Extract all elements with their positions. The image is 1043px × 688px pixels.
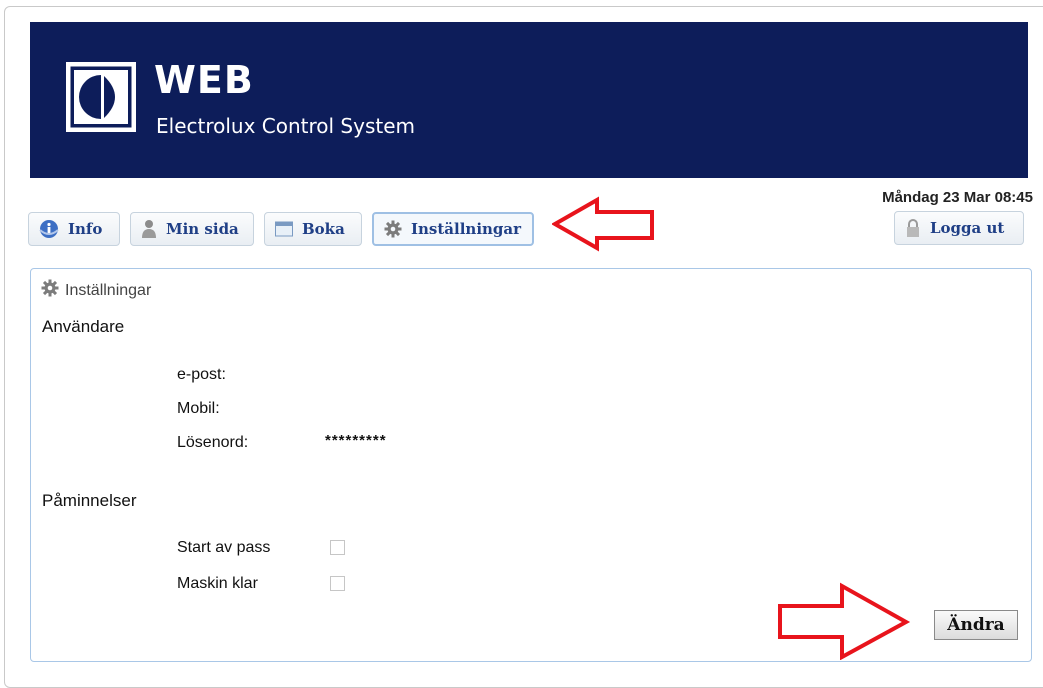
header-banner: WEB Electrolux Control System	[30, 22, 1028, 178]
annotation-arrow-left	[552, 196, 654, 252]
gear-icon	[384, 220, 402, 238]
nav-installningar-label: Inställningar	[411, 220, 522, 238]
gear-icon	[41, 279, 59, 302]
brand-subtitle: Electrolux Control System	[156, 114, 416, 138]
info-icon	[39, 219, 59, 239]
reminder-machine-label: Maskin klar	[177, 575, 258, 592]
electrolux-logo-icon	[65, 61, 137, 133]
panel-title: Inställningar	[65, 281, 152, 299]
password-value: *********	[325, 432, 387, 449]
nav-info-label: Info	[68, 220, 103, 238]
reminder-start-checkbox[interactable]	[330, 540, 345, 555]
mobile-label: Mobil:	[177, 400, 220, 417]
reminder-machine-checkbox[interactable]	[330, 576, 345, 591]
email-label: e-post:	[177, 366, 226, 383]
nav-boka-button[interactable]: Boka	[264, 212, 362, 246]
calendar-icon	[275, 221, 293, 237]
annotation-arrow-right	[778, 582, 911, 660]
logout-button[interactable]: Logga ut	[894, 211, 1024, 245]
password-label: Lösenord:	[177, 434, 249, 451]
logout-label: Logga ut	[930, 219, 1005, 237]
person-icon	[141, 219, 157, 239]
nav-min-sida-label: Min sida	[166, 220, 239, 238]
brand-title: WEB	[154, 58, 254, 102]
edit-button[interactable]: Ändra	[934, 610, 1018, 640]
nav-min-sida-button[interactable]: Min sida	[130, 212, 254, 246]
reminders-section-heading: Påminnelser	[42, 491, 137, 510]
user-section-heading: Användare	[42, 317, 125, 336]
current-datetime: Måndag 23 Mar 08:45	[882, 189, 1033, 206]
panel-header: Inställningar	[41, 279, 151, 302]
nav-installningar-button[interactable]: Inställningar	[372, 212, 534, 246]
reminder-start-label: Start av pass	[177, 539, 271, 556]
nav-boka-label: Boka	[302, 220, 345, 238]
lock-icon	[905, 218, 921, 238]
nav-info-button[interactable]: Info	[28, 212, 120, 246]
